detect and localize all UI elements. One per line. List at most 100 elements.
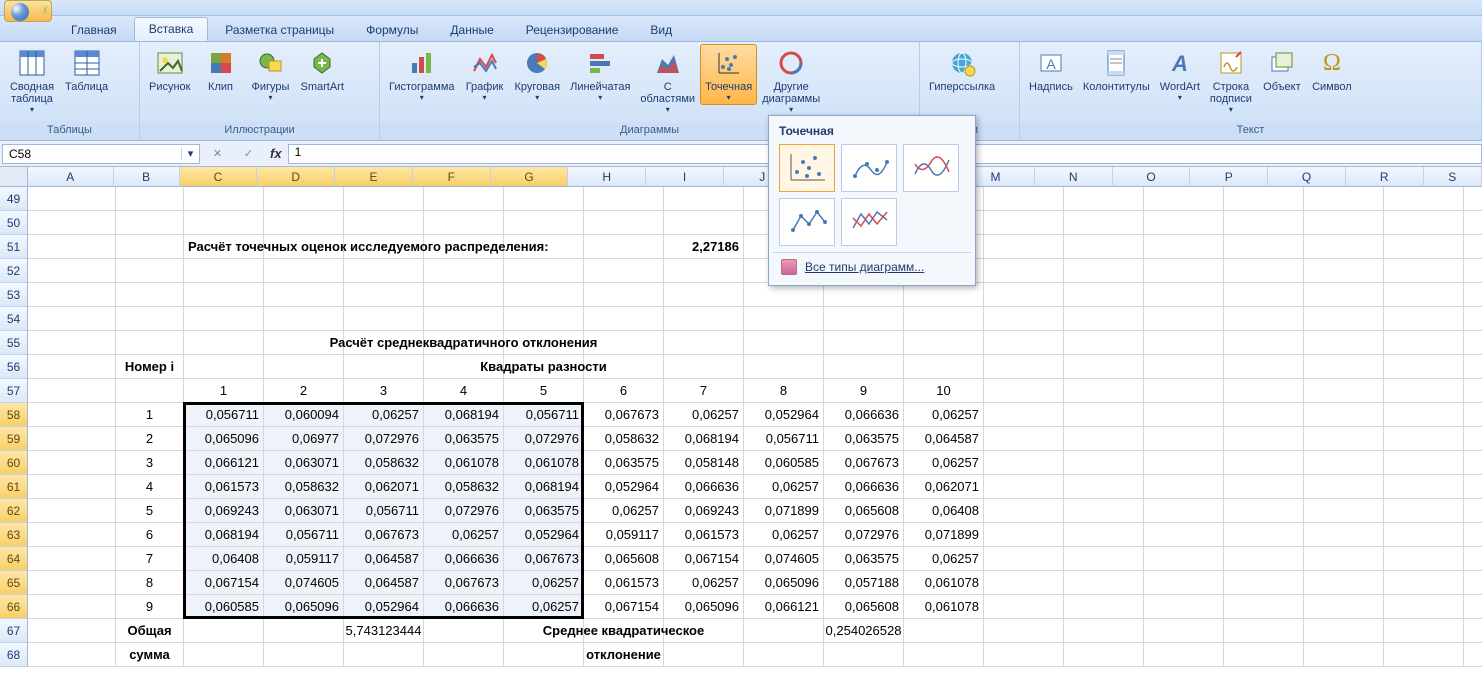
cell[interactable] [1144, 547, 1224, 571]
cell[interactable]: 0,066121 [184, 451, 264, 475]
cell[interactable] [1064, 355, 1144, 379]
cell[interactable]: 9 [116, 595, 184, 619]
cell[interactable]: 0,061573 [184, 475, 264, 499]
cell[interactable]: 0,071899 [744, 499, 824, 523]
cell[interactable]: 5 [116, 499, 184, 523]
row-header-67[interactable]: 67 [0, 619, 28, 643]
cell[interactable] [984, 571, 1064, 595]
cell[interactable]: 2 [264, 379, 344, 403]
cell[interactable]: 3 [116, 451, 184, 475]
row-header-61[interactable]: 61 [0, 475, 28, 499]
cell[interactable]: 2,27186 [664, 235, 744, 259]
cell[interactable] [1464, 355, 1482, 379]
cell[interactable]: 0,068194 [184, 523, 264, 547]
cell[interactable] [824, 283, 904, 307]
cell[interactable] [824, 355, 904, 379]
cell[interactable] [824, 643, 904, 667]
row-header-55[interactable]: 55 [0, 331, 28, 355]
cell[interactable] [1144, 523, 1224, 547]
cell[interactable]: 0,067673 [504, 547, 584, 571]
cell[interactable] [904, 355, 984, 379]
object-button[interactable]: Объект [1257, 44, 1307, 96]
cell[interactable] [584, 211, 664, 235]
cell[interactable] [984, 619, 1064, 643]
cell[interactable] [1224, 283, 1304, 307]
row-header-64[interactable]: 64 [0, 547, 28, 571]
cell[interactable]: 0,067154 [584, 595, 664, 619]
cell[interactable] [1384, 523, 1464, 547]
cell[interactable] [1064, 211, 1144, 235]
cell[interactable] [1384, 259, 1464, 283]
cell[interactable] [1384, 571, 1464, 595]
cell[interactable] [1144, 403, 1224, 427]
cell[interactable] [1384, 187, 1464, 211]
cell[interactable] [1064, 571, 1144, 595]
cell[interactable] [1384, 499, 1464, 523]
cell[interactable]: 1 [184, 379, 264, 403]
cell[interactable] [984, 403, 1064, 427]
cell[interactable] [1064, 235, 1144, 259]
cell[interactable] [1304, 379, 1384, 403]
cell[interactable]: 0,072976 [424, 499, 504, 523]
cell[interactable]: 0,072976 [344, 427, 424, 451]
shapes-button[interactable]: Фигуры [246, 44, 296, 105]
name-box-dropdown[interactable]: ▾ [181, 147, 199, 160]
cell[interactable]: 0,058632 [424, 475, 504, 499]
cell[interactable] [504, 307, 584, 331]
cell[interactable] [1304, 475, 1384, 499]
cell[interactable] [984, 355, 1064, 379]
cell[interactable]: 0,064587 [344, 547, 424, 571]
cell[interactable]: 0,254026528 [824, 619, 904, 643]
cell[interactable]: Номер i [116, 355, 184, 379]
column-header-P[interactable]: P [1190, 167, 1268, 187]
row-header-58[interactable]: 58 [0, 403, 28, 427]
office-button[interactable] [4, 0, 52, 22]
cell[interactable]: отклонение [584, 643, 664, 667]
cell[interactable] [1144, 379, 1224, 403]
cell[interactable] [28, 499, 116, 523]
cell[interactable] [184, 259, 264, 283]
tab-pagelayout[interactable]: Разметка страницы [210, 18, 349, 41]
row-header-60[interactable]: 60 [0, 451, 28, 475]
signature-button[interactable]: Строка подписи [1205, 44, 1257, 117]
tab-view[interactable]: Вид [635, 18, 687, 41]
cell[interactable] [1224, 499, 1304, 523]
name-box[interactable]: C58 ▾ [2, 144, 200, 164]
cell[interactable]: 0,071899 [904, 523, 984, 547]
cell[interactable] [1224, 547, 1304, 571]
cell[interactable] [344, 187, 424, 211]
cell[interactable] [1464, 235, 1482, 259]
cell[interactable] [424, 187, 504, 211]
cell[interactable] [184, 187, 264, 211]
cell[interactable] [28, 571, 116, 595]
cell[interactable]: 0,059117 [264, 547, 344, 571]
cell[interactable] [1304, 643, 1384, 667]
cell[interactable] [824, 307, 904, 331]
cell[interactable] [344, 355, 424, 379]
cell[interactable]: 0,06257 [584, 499, 664, 523]
cell[interactable]: 7 [116, 547, 184, 571]
cell[interactable] [264, 283, 344, 307]
cell[interactable]: 0,062071 [904, 475, 984, 499]
cell[interactable] [1224, 403, 1304, 427]
cell[interactable] [1224, 619, 1304, 643]
other-charts-button[interactable]: Другие диаграммы [757, 44, 825, 117]
cell[interactable]: 0,066636 [824, 403, 904, 427]
cell[interactable] [904, 307, 984, 331]
cell[interactable] [1464, 499, 1482, 523]
cell[interactable]: Среднее квадратическое [584, 619, 664, 643]
cell[interactable] [664, 355, 744, 379]
cell[interactable] [1064, 379, 1144, 403]
row-header-57[interactable]: 57 [0, 379, 28, 403]
cell[interactable] [1224, 451, 1304, 475]
cell[interactable] [1384, 475, 1464, 499]
cell[interactable] [504, 643, 584, 667]
cell[interactable] [984, 379, 1064, 403]
cell[interactable]: 0,06257 [504, 595, 584, 619]
cell[interactable]: 0,068194 [504, 475, 584, 499]
cell[interactable] [984, 211, 1064, 235]
cell[interactable] [1384, 283, 1464, 307]
cell[interactable] [1304, 187, 1384, 211]
cell[interactable] [1384, 379, 1464, 403]
cell[interactable] [1144, 355, 1224, 379]
